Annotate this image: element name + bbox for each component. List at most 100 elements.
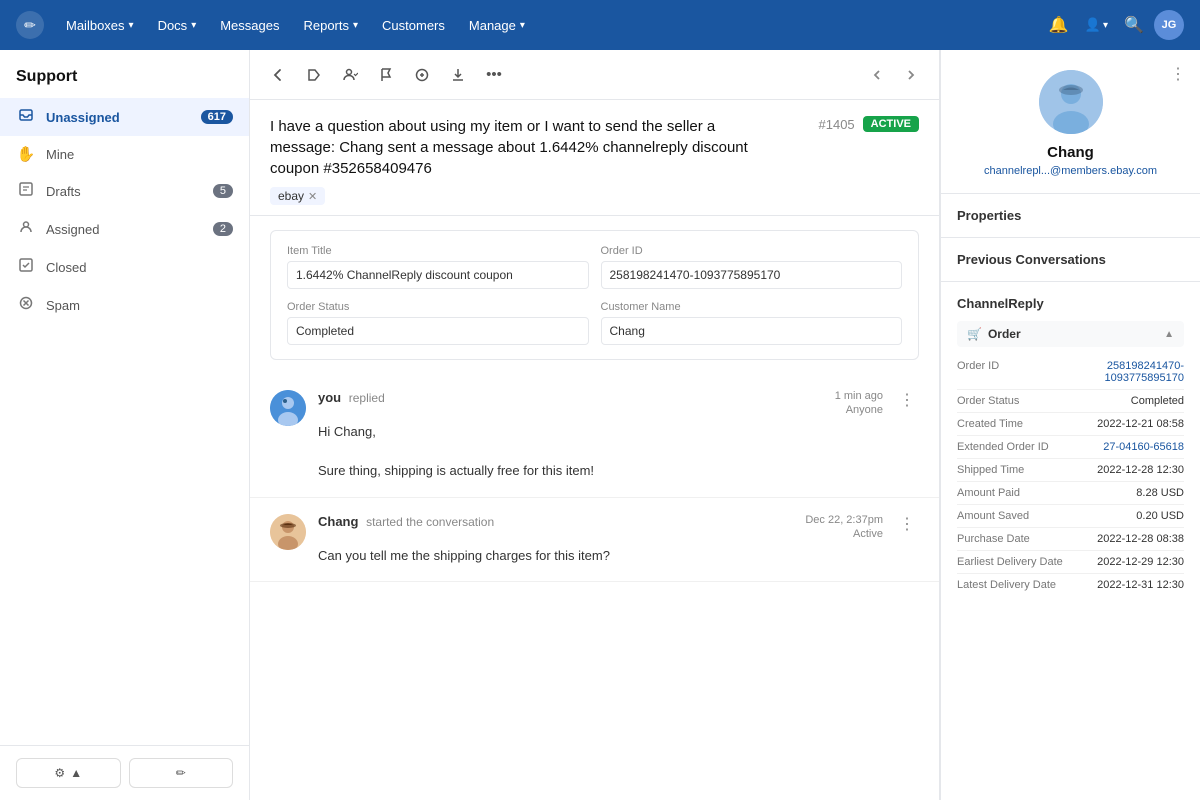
flag-button[interactable] — [370, 59, 402, 91]
conversation-nav — [861, 59, 927, 91]
chevron-down-icon: ▾ — [191, 20, 196, 31]
order-detail-row: Order ID 258198241470-1093775895170 — [957, 355, 1184, 390]
gear-icon: ⚙ — [54, 766, 65, 780]
closed-icon — [16, 257, 36, 277]
settings-button[interactable]: ⚙ ▲ — [16, 758, 121, 788]
action-button[interactable] — [442, 59, 474, 91]
message-item: Chang started the conversation Dec 22, 2… — [250, 498, 939, 583]
messages-area: you replied 1 min ago Anyone ⋮ Hi Cha — [250, 374, 939, 800]
message-body: you replied 1 min ago Anyone ⋮ Hi Cha — [318, 390, 919, 481]
nav-docs[interactable]: Docs ▾ — [148, 12, 207, 39]
conversation-meta: #1405 ACTIVE — [819, 116, 920, 132]
conversation-subject: I have a question about using my item or… — [270, 116, 750, 179]
nav-manage[interactable]: Manage ▾ — [459, 12, 535, 39]
assign-label-button[interactable] — [298, 59, 330, 91]
customer-name-input[interactable] — [601, 317, 903, 345]
assign-agent-button[interactable] — [334, 59, 366, 91]
compose-icon: ✏ — [176, 766, 186, 780]
spam-icon — [16, 295, 36, 315]
sidebar-item-spam[interactable]: Spam — [0, 286, 249, 324]
order-detail-row: Purchase Date 2022-12-28 08:38 — [957, 528, 1184, 551]
app-logo[interactable]: ✏ — [16, 11, 44, 39]
order-id-field: Order ID — [601, 245, 903, 289]
chevron-up-icon: ▲ — [1164, 329, 1174, 340]
order-status-label: Order Status — [287, 301, 589, 313]
tag-remove-icon[interactable]: ✕ — [308, 190, 317, 203]
right-panel: ⋮ Chang channelrepl...@members.ebay.com … — [940, 50, 1200, 800]
chevron-down-icon: ▾ — [353, 20, 358, 31]
order-detail-row: Shipped Time 2022-12-28 12:30 — [957, 459, 1184, 482]
previous-conversations-title: Previous Conversations — [957, 252, 1184, 267]
order-detail-row: Amount Saved 0.20 USD — [957, 505, 1184, 528]
chevron-down-icon: ▾ — [129, 20, 134, 31]
item-title-input[interactable] — [287, 261, 589, 289]
order-detail-row: Created Time 2022-12-21 08:58 — [957, 413, 1184, 436]
sidebar-item-closed[interactable]: Closed — [0, 248, 249, 286]
tag-button[interactable] — [406, 59, 438, 91]
message-more-button[interactable]: ⋮ — [895, 390, 919, 410]
contact-section: ⋮ Chang channelrepl...@members.ebay.com — [941, 50, 1200, 194]
order-id-input[interactable] — [601, 261, 903, 289]
back-button[interactable] — [262, 59, 294, 91]
message-sender: Chang started the conversation — [318, 514, 494, 529]
prev-conversation-button[interactable] — [861, 59, 893, 91]
order-detail-row: Extended Order ID 27-04160-65618 — [957, 436, 1184, 459]
message-more-button[interactable]: ⋮ — [895, 514, 919, 534]
customer-name-label: Customer Name — [601, 301, 903, 313]
message-assignee: Anyone — [835, 404, 883, 416]
main-layout: Support Unassigned 617 ✋ Mine Drafts — [0, 50, 1200, 800]
next-conversation-button[interactable] — [895, 59, 927, 91]
svg-text:✏: ✏ — [24, 17, 36, 33]
contact-email[interactable]: channelrepl...@members.ebay.com — [984, 165, 1157, 177]
conversation-toolbar: ••• — [250, 50, 939, 100]
top-navigation: ✏ Mailboxes ▾ Docs ▾ Messages Reports ▾ … — [0, 0, 1200, 50]
order-subsection-header[interactable]: 🛒 Order ▲ — [957, 321, 1184, 347]
avatar — [270, 514, 306, 550]
inbox-icon — [16, 107, 36, 127]
status-badge: ACTIVE — [863, 116, 919, 132]
channelreply-section: ChannelReply 🛒 Order ▲ Order ID 25819824… — [941, 282, 1200, 610]
previous-conversations-section: Previous Conversations — [941, 238, 1200, 282]
order-info-card: Item Title Order ID Order Status Custome… — [270, 230, 919, 360]
message-time: Dec 22, 2:37pm — [805, 514, 883, 526]
nav-customers[interactable]: Customers — [372, 12, 455, 39]
more-options-button[interactable]: ••• — [478, 59, 510, 91]
message-item: you replied 1 min ago Anyone ⋮ Hi Cha — [250, 374, 939, 498]
avatar — [270, 390, 306, 426]
contact-name: Chang — [1047, 144, 1094, 161]
sidebar-item-mine[interactable]: ✋ Mine — [0, 136, 249, 172]
nav-messages[interactable]: Messages — [210, 12, 289, 39]
message-body: Chang started the conversation Dec 22, 2… — [318, 514, 919, 566]
compose-button[interactable]: ✏ — [129, 758, 234, 788]
order-id-label: Order ID — [601, 245, 903, 257]
order-subsection: 🛒 Order ▲ Order ID 258198241470-10937758… — [957, 321, 1184, 596]
order-status-input[interactable] — [287, 317, 589, 345]
tag-row: ebay ✕ — [270, 187, 919, 205]
notifications-button[interactable]: 🔔 — [1043, 9, 1075, 41]
chevron-down-icon: ▾ — [520, 20, 525, 31]
item-title-label: Item Title — [287, 245, 589, 257]
sidebar-bottom: ⚙ ▲ ✏ — [0, 745, 249, 800]
order-detail-row: Latest Delivery Date 2022-12-31 12:30 — [957, 574, 1184, 596]
nav-reports[interactable]: Reports ▾ — [293, 12, 368, 39]
sidebar-item-unassigned[interactable]: Unassigned 617 — [0, 98, 249, 136]
contact-more-button[interactable]: ⋮ — [1170, 64, 1186, 84]
sidebar-item-drafts[interactable]: Drafts 5 — [0, 172, 249, 210]
message-time: 1 min ago — [835, 390, 883, 402]
drafts-icon — [16, 181, 36, 201]
sidebar-title: Support — [0, 50, 249, 98]
person-icon — [16, 219, 36, 239]
user-menu-button[interactable]: 👤 ▾ — [1079, 9, 1114, 41]
order-detail-row: Amount Paid 8.28 USD — [957, 482, 1184, 505]
message-assignee: Active — [805, 528, 883, 540]
sidebar-item-assigned[interactable]: Assigned 2 — [0, 210, 249, 248]
nav-mailboxes[interactable]: Mailboxes ▾ — [56, 12, 144, 39]
message-text: Hi Chang, Sure thing, shipping is actual… — [318, 422, 919, 481]
properties-section: Properties — [941, 194, 1200, 238]
tag-ebay[interactable]: ebay ✕ — [270, 187, 325, 205]
search-button[interactable]: 🔍 — [1118, 9, 1150, 41]
avatar[interactable]: JG — [1154, 10, 1184, 40]
order-details-rows: Order ID 258198241470-1093775895170 Orde… — [957, 355, 1184, 596]
hand-icon: ✋ — [16, 145, 36, 163]
item-title-field: Item Title — [287, 245, 589, 289]
